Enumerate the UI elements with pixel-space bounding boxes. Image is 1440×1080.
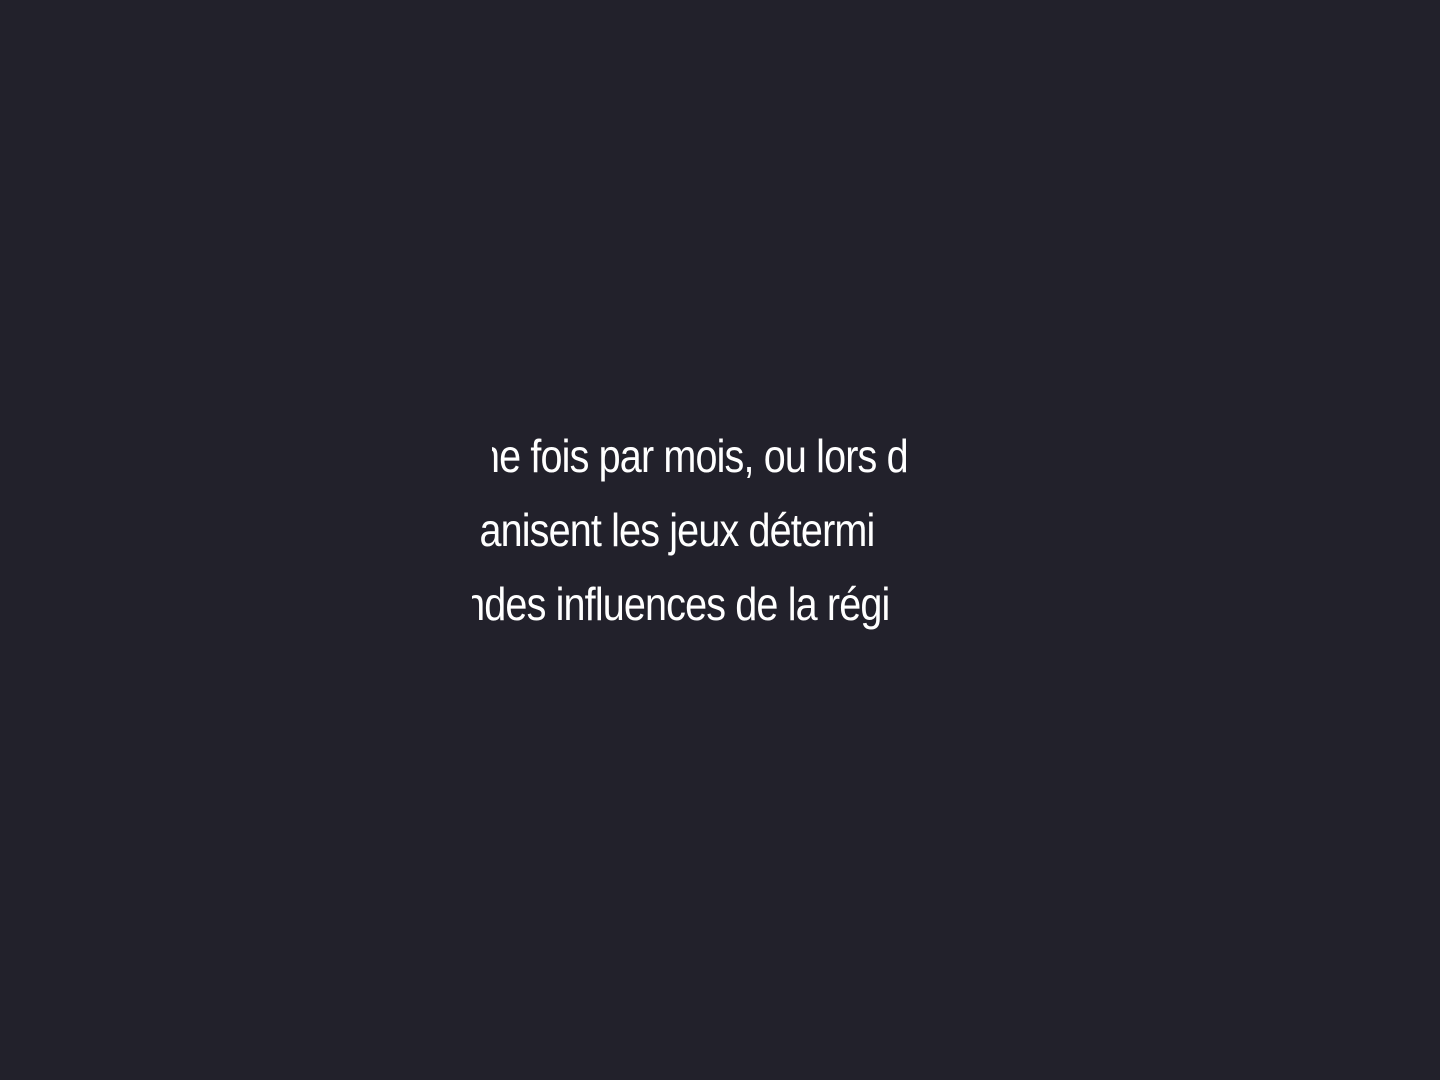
- subtitle-block: ne fois par mois, ou lors d rganisent le…: [472, 418, 972, 648]
- video-frame: ne fois par mois, ou lors d rganisent le…: [0, 0, 1440, 1080]
- subtitle-line-2: rganisent les jeux détermi: [478, 504, 875, 556]
- subtitle-line-1-mask: ne fois par mois, ou lors d: [492, 426, 968, 496]
- subtitle-line-1: ne fois par mois, ou lors d: [492, 430, 909, 482]
- subtitle-line-2-mask: rganisent les jeux détermi: [478, 500, 956, 570]
- subtitle-line-3-mask: andes influences de la régi: [472, 574, 946, 644]
- subtitle-line-3: andes influences de la régi: [472, 578, 890, 630]
